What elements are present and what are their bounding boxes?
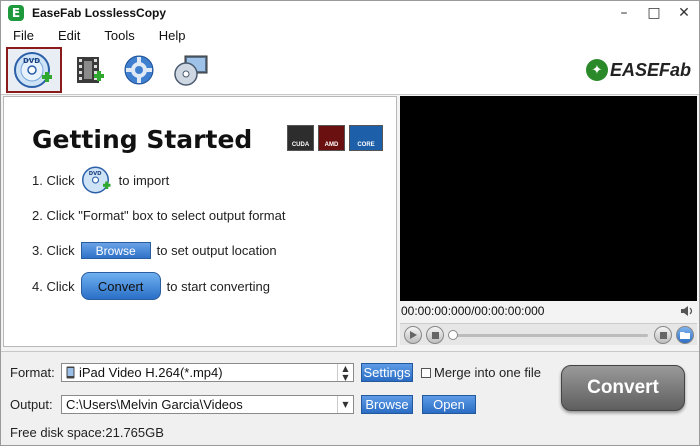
menu-file[interactable]: File [1, 28, 46, 43]
play-icon [410, 331, 417, 339]
format-label: Format: [10, 365, 55, 380]
getting-started-panel: Getting Started CUDA AMD CORE 1. Click D… [3, 96, 397, 347]
minimize-button[interactable]: – [609, 1, 639, 25]
step-3: 3. Click Browse to set output location [32, 242, 277, 259]
stop-icon [659, 331, 667, 339]
menu-tools[interactable]: Tools [92, 28, 146, 43]
dvd-add-icon: DVD [14, 52, 52, 88]
settings-button[interactable] [111, 47, 167, 93]
output-dropdown-arrow-icon[interactable]: ▼ [337, 396, 353, 413]
hardware-badges: CUDA AMD CORE [287, 125, 383, 151]
output-path-input[interactable]: C:\Users\Melvin Garcia\Videos ▼ [61, 395, 354, 414]
folder-icon [680, 332, 690, 339]
app-logo-icon: E [8, 5, 24, 21]
output-label: Output: [10, 397, 53, 412]
menu-bar: File Edit Tools Help [1, 25, 699, 45]
settings-button[interactable]: Settings [361, 363, 413, 382]
ipad-device-icon [66, 366, 75, 379]
snapshot-button[interactable] [654, 326, 672, 344]
merge-label: Merge into one file [434, 365, 541, 380]
runner-icon: ✦ [585, 59, 608, 81]
video-film-icon [77, 57, 104, 83]
load-dvd-button[interactable]: DVD [6, 47, 62, 93]
svg-text:DVD: DVD [88, 171, 101, 177]
toolbar: DVD ✦ EASEFab [1, 45, 699, 95]
window-controls: – □ ✕ [609, 1, 699, 25]
format-dropdown-arrow-icon[interactable]: ▲ ▼ [337, 364, 353, 382]
svg-text:DVD: DVD [23, 57, 40, 65]
browse-button[interactable]: Browse [361, 395, 413, 414]
video-preview [400, 96, 697, 301]
title-bar: E EaseFab LosslessCopy – □ ✕ [1, 1, 699, 25]
stop-button[interactable] [426, 326, 444, 344]
step-1: 1. Click DVD to import [32, 165, 169, 195]
amd-badge: AMD [318, 125, 345, 151]
volume-icon[interactable] [681, 305, 694, 317]
menu-edit[interactable]: Edit [46, 28, 92, 43]
merge-checkbox[interactable] [421, 368, 431, 378]
disc-screen-icon [174, 55, 208, 86]
free-disk-space: Free disk space:21.765GB [10, 425, 164, 440]
brand-logo-text: EASEFab [609, 59, 691, 80]
close-button[interactable]: ✕ [669, 1, 699, 25]
step-4: 4. Click Convert to start converting [32, 272, 270, 300]
convert-hint-button: Convert [80, 272, 161, 300]
timecode: 00:00:00:000/00:00:00:000 [401, 304, 545, 318]
maximize-button[interactable]: □ [639, 1, 669, 25]
convert-button[interactable]: Convert [561, 365, 685, 411]
intel-core-badge: CORE [349, 125, 383, 151]
format-value: iPad Video H.264(*.mp4) [79, 365, 223, 380]
menu-help[interactable]: Help [147, 28, 198, 43]
output-settings: Format: iPad Video H.264(*.mp4) ▲ ▼ Setti… [1, 351, 699, 445]
nvidia-cuda-badge: CUDA [287, 125, 314, 151]
open-folder-button[interactable] [676, 326, 694, 344]
window-title: EaseFab LosslessCopy [32, 6, 167, 20]
brand-logo: ✦ EASEFab [585, 59, 691, 81]
app-window: E EaseFab LosslessCopy – □ ✕ File Edit T… [0, 0, 700, 446]
seek-bar[interactable] [448, 330, 648, 340]
settings-gear-icon [124, 55, 154, 85]
dvd-add-icon: DVD [81, 166, 111, 194]
output-path-value: C:\Users\Melvin Garcia\Videos [66, 397, 243, 412]
play-button[interactable] [404, 326, 422, 344]
step-2: 2. Click "Format" box to select output f… [32, 208, 286, 223]
seek-handle[interactable] [448, 330, 458, 340]
open-button[interactable]: Open [422, 395, 476, 414]
disc-info-button[interactable] [163, 47, 219, 93]
load-video-button[interactable] [61, 47, 117, 93]
format-select[interactable]: iPad Video H.264(*.mp4) ▲ ▼ [61, 363, 354, 382]
getting-started-title: Getting Started [32, 125, 253, 154]
stop-icon [431, 331, 439, 339]
player-controls [400, 323, 697, 345]
browse-hint-button: Browse [80, 242, 151, 259]
